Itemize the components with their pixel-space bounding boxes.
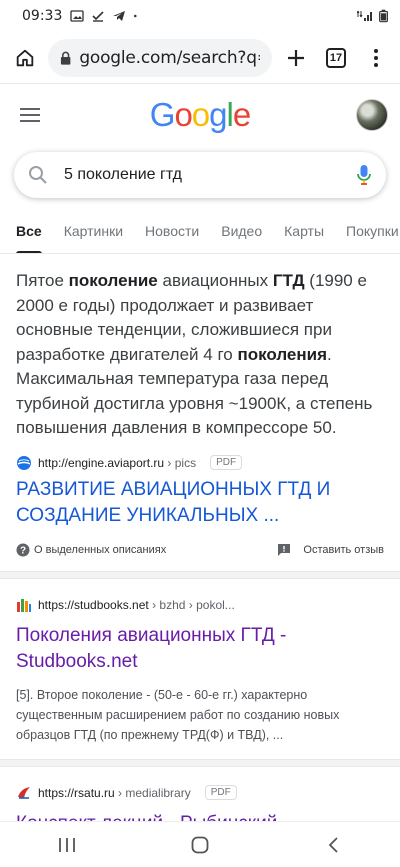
tab-maps[interactable]: Карты bbox=[273, 208, 335, 253]
google-logo[interactable]: Google bbox=[150, 96, 251, 134]
divider bbox=[0, 758, 400, 767]
more-vert-icon bbox=[374, 48, 378, 67]
search-box[interactable]: 5 поколение гтд bbox=[14, 152, 386, 198]
telegram-icon bbox=[113, 11, 126, 21]
source-path: › medialibrary bbox=[114, 785, 191, 800]
browser-toolbar: google.com/search?q= 17 bbox=[0, 32, 400, 84]
feedback-icon bbox=[278, 543, 291, 556]
pdf-badge: PDF bbox=[204, 785, 237, 800]
address-bar[interactable]: google.com/search?q= bbox=[48, 38, 272, 77]
result-source[interactable]: https://rsatu.ru › medialibrary PDF bbox=[16, 785, 384, 801]
recent-apps-button[interactable] bbox=[37, 827, 97, 863]
image-notification-icon bbox=[70, 10, 85, 22]
browser-menu-button[interactable] bbox=[360, 42, 392, 74]
snippet-part: авиационных bbox=[157, 271, 273, 290]
status-bar: 09:33 bbox=[0, 0, 400, 32]
tab-images[interactable]: Картинки bbox=[53, 208, 134, 253]
menu-icon[interactable] bbox=[20, 108, 40, 122]
divider bbox=[0, 570, 400, 579]
home-icon bbox=[16, 49, 34, 66]
result-source[interactable]: http://engine.aviaport.ru › pics PDF bbox=[16, 455, 384, 471]
source-path: › pics bbox=[164, 455, 197, 470]
tab-news[interactable]: Новости bbox=[134, 208, 210, 253]
home-button[interactable] bbox=[10, 43, 40, 73]
tab-all[interactable]: Все bbox=[16, 208, 53, 253]
source-url: http://engine.aviaport.ru bbox=[38, 455, 165, 470]
snippet-footer: ? О выделенных описаниях Оставить отзыв bbox=[16, 543, 384, 571]
system-nav-bar bbox=[0, 821, 400, 867]
snippet-part: Пятое bbox=[16, 271, 69, 290]
svg-text:?: ? bbox=[20, 545, 26, 556]
plus-icon bbox=[288, 49, 304, 66]
home-nav-icon bbox=[191, 836, 209, 853]
result-source[interactable]: https://studbooks.net › bzhd › pokol... bbox=[16, 597, 384, 613]
search-result: https://studbooks.net › bzhd › pokol... … bbox=[0, 597, 400, 759]
signal-data-icon bbox=[357, 10, 372, 21]
home-nav-button[interactable] bbox=[170, 827, 230, 863]
studbooks-favicon-icon bbox=[17, 598, 31, 612]
new-tab-button[interactable] bbox=[280, 42, 312, 74]
avatar[interactable] bbox=[356, 99, 388, 131]
source-path: › bzhd › pokol... bbox=[148, 597, 235, 612]
snippet-highlight: поколение bbox=[68, 271, 158, 290]
source-url: https://rsatu.ru bbox=[38, 785, 115, 800]
tab-switcher-button[interactable]: 17 bbox=[320, 42, 352, 74]
dot-icon bbox=[134, 14, 137, 18]
feedback-link[interactable]: Оставить отзыв bbox=[277, 543, 384, 557]
result-description: [5]. Второе поколение - (50-е - 60-е гг.… bbox=[16, 687, 340, 742]
feedback-label: Оставить отзыв bbox=[303, 543, 384, 556]
snippet-highlight: поколения bbox=[237, 344, 328, 364]
back-button[interactable] bbox=[303, 827, 363, 863]
search-tabs: Все Картинки Новости Видео Карты Покупки bbox=[0, 208, 400, 254]
status-time: 09:33 bbox=[22, 8, 63, 24]
download-done-icon bbox=[92, 11, 104, 22]
about-snippets-link[interactable]: ? О выделенных описаниях bbox=[16, 543, 166, 557]
help-icon: ? bbox=[16, 543, 30, 556]
search-icon[interactable] bbox=[28, 165, 48, 185]
back-icon bbox=[329, 836, 338, 853]
aviaport-favicon-icon bbox=[17, 455, 31, 470]
snippet-text: Пятое поколение авиационных ГТД (1990 е … bbox=[16, 269, 384, 441]
featured-snippet: Пятое поколение авиационных ГТД (1990 е … bbox=[0, 269, 400, 571]
recent-apps-icon bbox=[58, 837, 75, 852]
tab-count: 17 bbox=[326, 47, 346, 68]
battery-icon bbox=[379, 9, 388, 23]
search-input[interactable]: 5 поколение гтд bbox=[64, 166, 356, 184]
result-title-link[interactable]: Поколения авиационных ГТД - Studbooks.ne… bbox=[16, 623, 384, 675]
rsatu-favicon-icon bbox=[18, 786, 30, 799]
address-url: google.com/search?q= bbox=[79, 47, 260, 68]
microphone-icon[interactable] bbox=[356, 164, 372, 186]
lock-icon bbox=[60, 51, 71, 65]
source-url: https://studbooks.net bbox=[38, 597, 149, 612]
about-snippets-label: О выделенных описаниях bbox=[34, 543, 167, 556]
snippet-highlight: ГТД bbox=[272, 271, 305, 290]
tab-video[interactable]: Видео bbox=[210, 208, 273, 253]
google-header: Google bbox=[0, 84, 400, 146]
pdf-badge: PDF bbox=[210, 455, 243, 470]
result-title-link[interactable]: РАЗВИТИЕ АВИАЦИОННЫХ ГТД И СОЗДАНИЕ УНИК… bbox=[16, 477, 384, 529]
tab-shopping[interactable]: Покупки bbox=[335, 208, 400, 253]
